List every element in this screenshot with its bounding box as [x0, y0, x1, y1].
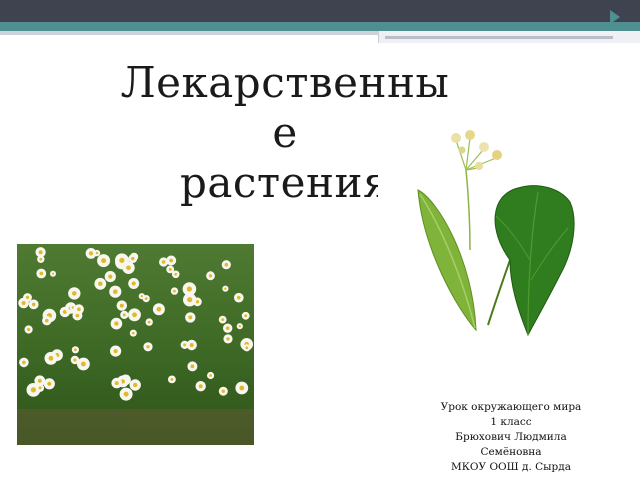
chamomile-flower [73, 304, 84, 315]
header-band-dark [0, 0, 640, 22]
chamomile-flower [243, 344, 251, 352]
chamomile-flower [152, 303, 165, 316]
chamomile-flower [97, 254, 111, 268]
chamomile-flower [50, 270, 56, 277]
chamomile-flower [159, 257, 169, 267]
header-band-teal [0, 22, 640, 31]
caption-line-4: Семёновна [480, 446, 542, 458]
chamomile-flower [93, 249, 101, 257]
caption-line-2: 1 класс [490, 416, 532, 428]
slide-caption: Урок окружающего мира 1 класс Брюхович Л… [416, 400, 606, 475]
chamomile-flower [69, 304, 76, 311]
chamomile-flower [168, 375, 176, 384]
chamomile-flower [223, 323, 233, 333]
chamomile-flower [42, 316, 52, 326]
chamomile-flower [236, 323, 243, 330]
chamomile-flower [71, 346, 79, 354]
chamomile-flower [221, 260, 231, 270]
chamomile-flower [19, 357, 29, 368]
chamomile-flower [44, 351, 58, 365]
chamomile-flower [110, 317, 123, 330]
chamomile-flower [138, 293, 145, 300]
chamomile-flower [241, 311, 250, 320]
chamomile-flower [24, 325, 33, 334]
chamomile-flower [18, 297, 29, 309]
header-arrow-icon [610, 10, 620, 24]
caption-line-5: МКОУ ООШ д. Сырда [451, 461, 571, 473]
chamomile-flower [222, 285, 229, 292]
chamomile-photo [17, 244, 254, 445]
chamomile-flower [128, 308, 141, 322]
chamomile-flower [145, 318, 153, 326]
linden-photo [378, 110, 608, 360]
chamomile-flower [218, 315, 227, 324]
chamomile-flower [185, 312, 196, 323]
chamomile-flower [235, 381, 249, 395]
chamomile-flower [104, 271, 116, 283]
chamomile-flower [120, 310, 129, 319]
chamomile-flower [128, 278, 140, 289]
chamomile-flower [183, 293, 197, 307]
title-line-1: Лекарственны [120, 58, 450, 107]
chamomile-flower [207, 371, 215, 380]
chamomile-flower [68, 287, 81, 300]
caption-line-3: Брюхович Людмила [455, 431, 567, 443]
chamomile-flower [111, 377, 122, 389]
chamomile-flower [223, 334, 233, 344]
caption-line-1: Урок окружающего мира [440, 401, 582, 413]
chamomile-flower [129, 329, 137, 337]
chamomile-flower [37, 255, 45, 263]
chamomile-flower [171, 270, 180, 279]
chamomile-flower [36, 383, 45, 392]
slide: Лекарственны е растения Урок окружающего… [0, 0, 640, 480]
chamomile-flower [43, 378, 55, 390]
chamomile-flower [94, 277, 107, 290]
chamomile-flower [180, 340, 189, 349]
chamomile-flower [28, 299, 39, 310]
chamomile-flower [109, 285, 122, 298]
header-band-right-line [385, 36, 613, 39]
chamomile-flower [218, 386, 228, 396]
chamomile-flower [116, 300, 128, 311]
chamomile-flower [36, 268, 47, 279]
chamomile-flower [187, 361, 198, 372]
chamomile-flower [115, 253, 129, 268]
chamomile-flower [119, 387, 133, 401]
chamomile-flower [129, 379, 141, 391]
chamomile-flower [195, 381, 206, 392]
chamomile-flower [234, 292, 244, 303]
chamomile-flower [170, 287, 179, 295]
chamomile-flower [143, 342, 153, 352]
chamomile-flower [206, 271, 215, 281]
chamomile-flower [70, 355, 80, 365]
chamomile-flower [110, 345, 122, 357]
chamomile-flower [128, 254, 138, 263]
